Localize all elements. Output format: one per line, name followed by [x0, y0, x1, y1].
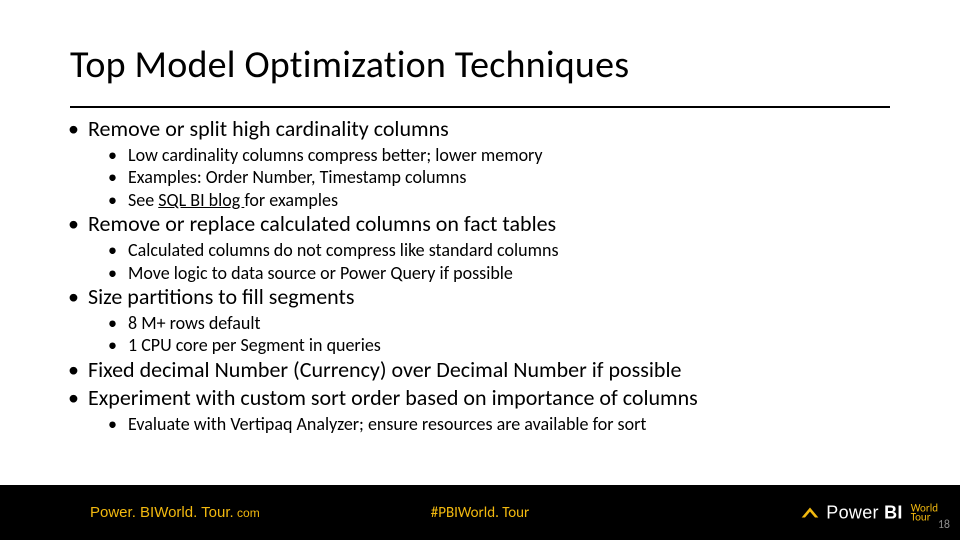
bullet-l2: Evaluate with Vertipaq Analyzer; ensure …: [58, 413, 910, 436]
bullet-l2: Move logic to data source or Power Query…: [58, 262, 910, 285]
footer-url-main: Power. BIWorld. Tour.: [90, 504, 234, 521]
bullet-l2: Examples: Order Number, Timestamp column…: [58, 166, 910, 189]
bullet-l1: Experiment with custom sort order based …: [58, 385, 910, 412]
brand-bold: BI: [884, 502, 903, 522]
powerbi-logo-icon: [800, 506, 820, 520]
title-area: Top Model Optimization Techniques: [0, 0, 960, 96]
bullet-l2: Low cardinality columns compress better;…: [58, 144, 910, 167]
brand-tour: Tour: [911, 513, 938, 522]
footer-hashtag: #PBIWorld. Tour: [431, 504, 530, 522]
bullet-l2: Calculated columns do not compress like …: [58, 239, 910, 262]
bullet-l2: 1 CPU core per Segment in queries: [58, 334, 910, 357]
brand-pre: Power: [826, 502, 884, 522]
text: for examples: [244, 189, 338, 211]
bullet-l1: Fixed decimal Number (Currency) over Dec…: [58, 357, 910, 384]
text: See: [128, 189, 158, 211]
slide-title: Top Model Optimization Techniques: [70, 42, 890, 88]
footer-url-suffix: com: [234, 506, 260, 520]
bullet-l1: Size partitions to fill segments: [58, 284, 910, 311]
brand-worldtour: World Tour: [911, 503, 938, 522]
bullet-l1: Remove or split high cardinality columns: [58, 116, 910, 143]
sql-bi-blog-link[interactable]: SQL BI blog: [158, 189, 244, 211]
content-area: Remove or split high cardinality columns…: [0, 108, 960, 435]
footer-left: Power. BIWorld. Tour. com: [0, 504, 260, 521]
footer-bar: Power. BIWorld. Tour. com #PBIWorld. Tou…: [0, 485, 960, 540]
footer-brand: Power BI World Tour: [800, 502, 938, 523]
bullet-l2: 8 M+ rows default: [58, 312, 910, 335]
brand-text: Power BI: [826, 502, 902, 523]
bullet-l2: See SQL BI blog for examples: [58, 189, 910, 212]
slide: Top Model Optimization Techniques Remove…: [0, 0, 960, 540]
bullet-l1: Remove or replace calculated columns on …: [58, 211, 910, 238]
page-number: 18: [938, 518, 950, 532]
